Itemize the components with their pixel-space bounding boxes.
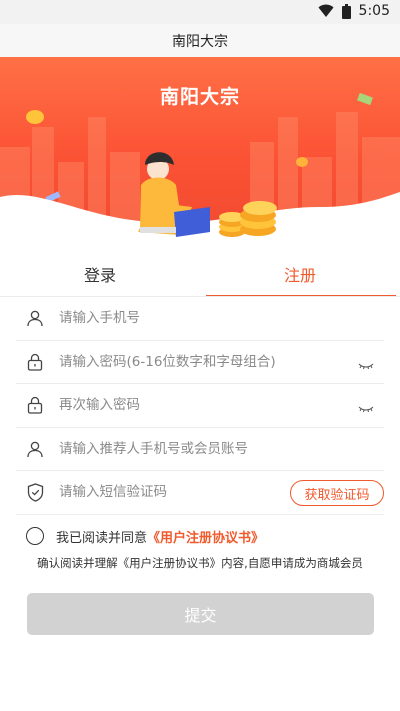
lock-icon bbox=[25, 352, 45, 372]
lock-icon bbox=[25, 395, 45, 415]
app-bar-title: 南阳大宗 bbox=[172, 33, 228, 50]
tab-register[interactable]: 注册 bbox=[200, 250, 400, 297]
eye-closed-icon[interactable] bbox=[358, 355, 374, 374]
wifi-icon bbox=[318, 4, 334, 17]
sms-code-row: 获取验证码 bbox=[16, 471, 384, 515]
register-form: 获取验证码 bbox=[16, 297, 384, 515]
banner: 南阳大宗 bbox=[0, 57, 400, 247]
status-bar: 5:05 bbox=[0, 0, 400, 24]
agreement-row: 我已阅读并同意 《用户注册协议书》 bbox=[26, 526, 264, 546]
app-bar: 南阳大宗 bbox=[0, 24, 400, 57]
auth-tabs: 登录 注册 bbox=[0, 250, 400, 297]
phone-row bbox=[16, 297, 384, 341]
referrer-input[interactable] bbox=[59, 433, 384, 464]
agreement-prefix: 我已阅读并同意 bbox=[56, 530, 148, 546]
person-graphic bbox=[138, 152, 210, 237]
user-icon bbox=[25, 308, 45, 328]
user-icon bbox=[25, 439, 45, 459]
status-icons: 5:05 bbox=[318, 3, 390, 19]
eye-closed-icon[interactable] bbox=[358, 398, 374, 417]
phone-input[interactable] bbox=[59, 303, 384, 334]
status-time: 5:05 bbox=[358, 3, 390, 19]
agreement-radio[interactable] bbox=[26, 527, 44, 545]
coin-stack-graphic bbox=[219, 201, 277, 237]
get-sms-code-button[interactable]: 获取验证码 bbox=[290, 480, 384, 506]
banner-title: 南阳大宗 bbox=[159, 86, 240, 108]
tab-login[interactable]: 登录 bbox=[0, 250, 200, 297]
password-confirm-row bbox=[16, 384, 384, 428]
agreement-confirm-text: 确认阅读并理解《用户注册协议书》内容,自愿申请成为商城会员 bbox=[37, 556, 363, 570]
battery-icon bbox=[341, 3, 351, 19]
password-row bbox=[16, 341, 384, 384]
submit-button[interactable]: 提交 bbox=[27, 593, 374, 635]
referrer-row bbox=[16, 428, 384, 471]
agreement-link[interactable]: 《用户注册协议书》 bbox=[147, 527, 264, 546]
password-confirm-input[interactable] bbox=[59, 390, 384, 421]
password-input[interactable] bbox=[59, 346, 384, 377]
shield-check-icon bbox=[25, 482, 45, 502]
